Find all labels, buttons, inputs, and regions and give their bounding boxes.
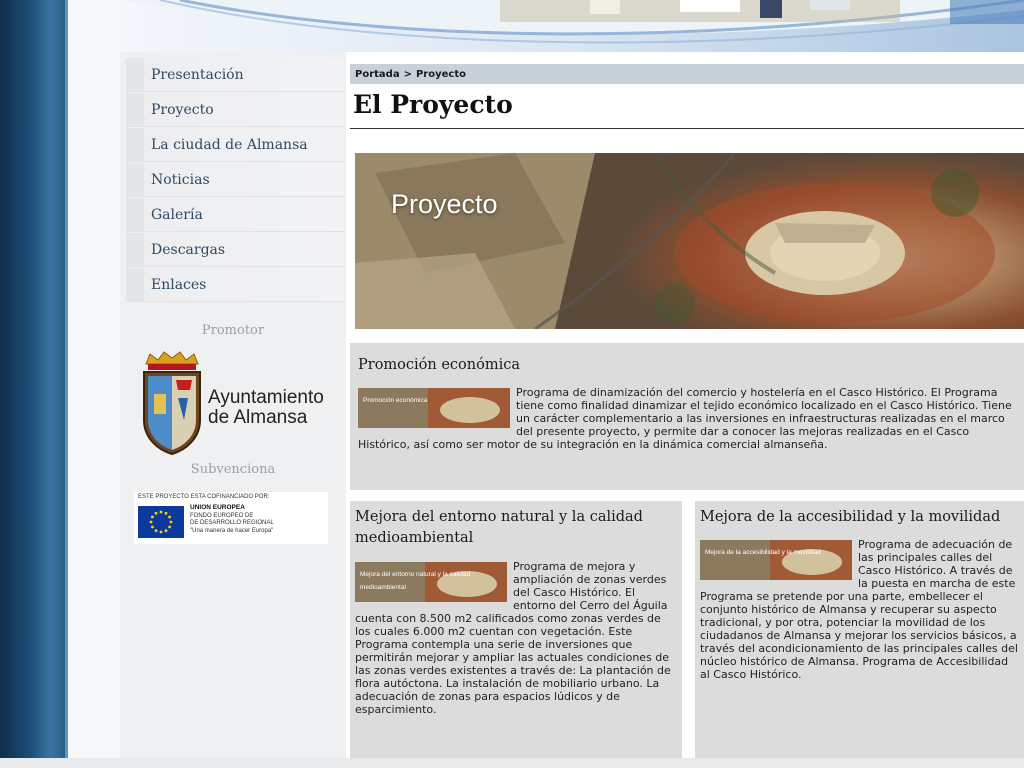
sidebar-item-enlaces[interactable]: Enlaces [126, 268, 344, 302]
eu-caption: ESTE PROYECTO ESTA COFINANCIADO POR: [138, 494, 270, 500]
section-promocion: Promoción económica Promoción económica … [350, 343, 1024, 490]
eu-line2: FONDO EUROPEO DE [190, 512, 254, 519]
sidebar-item-presentacion[interactable]: Presentación [126, 58, 344, 92]
ayuntamiento-name: Ayuntamiento de Almansa [208, 388, 324, 428]
hero-image: Proyecto [355, 153, 1024, 329]
section-accesibilidad-title[interactable]: Mejora de la accesibilidad y la movilida… [700, 507, 1020, 528]
header-banner [120, 0, 1024, 52]
aerial-city-image [355, 153, 1024, 329]
sidebar-item-label: Presentación [151, 66, 244, 83]
section-promocion-thumbnail[interactable]: Promoción económica [358, 388, 510, 428]
sidebar: Presentación Proyecto La ciudad de Alman… [120, 52, 346, 758]
promotor-heading: Promotor [201, 323, 265, 338]
hero-label: Proyecto [391, 189, 498, 219]
sidebar-item-label: La ciudad de Almansa [151, 136, 308, 153]
sidebar-item-label: Galería [151, 206, 203, 223]
left-gap [68, 0, 120, 768]
thumb-label: Mejora del entorno natural y la calidad … [360, 571, 471, 591]
breadcrumb-home-link[interactable]: Portada [355, 69, 400, 80]
breadcrumb-separator: > [403, 68, 412, 80]
sidebar-item-label: Descargas [151, 241, 226, 258]
bottom-bar [0, 758, 1024, 768]
section-entorno: Mejora del entorno natural y la calidad … [350, 501, 682, 758]
coat-of-arms-icon [143, 351, 201, 456]
sidebar-item-noticias[interactable]: Noticias [126, 163, 344, 197]
eu-funding-logo[interactable]: ESTE PROYECTO ESTA COFINANCIADO POR: UNI… [134, 492, 328, 544]
sidebar-item-label: Noticias [151, 171, 210, 188]
sidebar-nav: Presentación Proyecto La ciudad de Alman… [126, 58, 344, 303]
ayuntamiento-name-line1: Ayuntamiento [208, 387, 324, 408]
sidebar-item-ciudad[interactable]: La ciudad de Almansa [126, 128, 344, 162]
breadcrumb-current: Proyecto [415, 68, 466, 80]
left-decorative-stripe [0, 0, 68, 768]
eu-line3: DE DESARROLLO REGIONAL [190, 520, 274, 526]
sidebar-item-descargas[interactable]: Descargas [126, 233, 344, 267]
ayuntamiento-name-line2: de Almansa [208, 407, 308, 428]
breadcrumb: Portada > Proyecto [350, 64, 1024, 84]
section-entorno-title[interactable]: Mejora del entorno natural y la calidad … [355, 507, 655, 549]
title-divider [350, 128, 1024, 129]
section-accesibilidad: Mejora de la accesibilidad y la movilida… [695, 501, 1024, 758]
eu-line4: "Una manera de hacer Europa" [190, 527, 274, 534]
section-promocion-body: Promoción económica Programa de dinamiza… [358, 386, 1018, 451]
subvenciona-heading: Subvenciona [190, 462, 276, 477]
page-title: El Proyecto [353, 90, 513, 119]
eu-text: UNION EUROPEA FONDO EUROPEO DE DE DESARR… [190, 504, 274, 535]
thumb-label: Promoción económica [363, 397, 428, 404]
sidebar-item-galeria[interactable]: Galería [126, 198, 344, 232]
ayuntamiento-logo[interactable]: Ayuntamiento de Almansa [140, 350, 340, 460]
thumb-label: Mejora de la accesibilidad y la movilida… [705, 549, 821, 556]
sidebar-item-label: Proyecto [151, 101, 214, 118]
section-accesibilidad-thumbnail[interactable]: Mejora de la accesibilidad y la movilida… [700, 540, 852, 580]
sidebar-item-proyecto[interactable]: Proyecto [126, 93, 344, 127]
eu-flag-icon [138, 506, 184, 538]
sidebar-item-label: Enlaces [151, 276, 207, 293]
section-entorno-thumbnail[interactable]: Mejora del entorno natural y la calidad … [355, 562, 507, 602]
main-content: Portada > Proyecto El Proyecto Proyecto … [346, 52, 1024, 758]
section-promocion-title[interactable]: Promoción económica [358, 355, 520, 376]
section-accesibilidad-body: Mejora de la accesibilidad y la movilida… [700, 538, 1020, 681]
eu-line1: UNION EUROPEA [190, 504, 245, 511]
section-entorno-body: Mejora del entorno natural y la calidad … [355, 560, 677, 716]
